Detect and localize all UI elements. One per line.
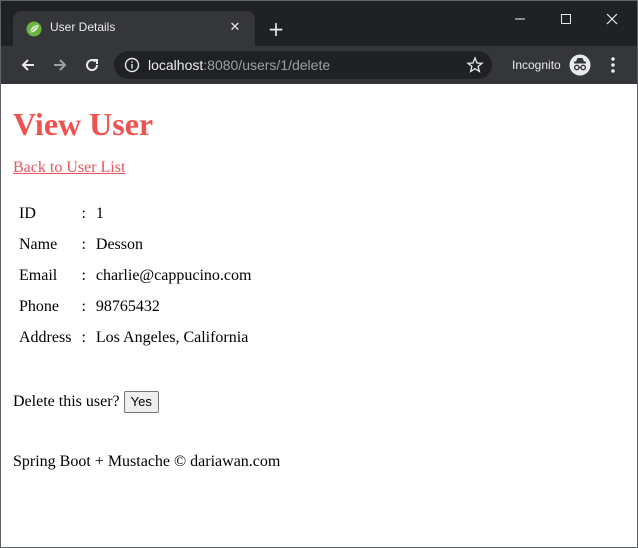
incognito-icon[interactable] (569, 54, 591, 76)
table-row: Name : Desson (15, 230, 255, 259)
field-label: Email (19, 266, 58, 284)
minimize-icon[interactable] (498, 5, 542, 33)
field-separator: : (81, 204, 86, 222)
browser-toolbar: localhost:8080/users/1/delete Incognito (1, 46, 637, 84)
delete-prompt: Delete this user? (13, 392, 120, 410)
yes-button[interactable]: Yes (123, 390, 159, 413)
table-row: Address : Los Angeles, California (15, 323, 255, 352)
url-host: localhost (148, 57, 204, 73)
browser-window: User Details ✕ + localhost:8080/users/1/… (0, 0, 638, 548)
table-row: Phone : 98765432 (15, 292, 255, 321)
back-to-user-list-link[interactable]: Back to User List (13, 159, 125, 177)
spring-leaf-icon (26, 21, 42, 37)
field-value: Desson (95, 235, 143, 253)
table-row: ID : 1 (15, 199, 255, 228)
tab-title: User Details (50, 20, 116, 34)
field-separator: : (81, 328, 86, 346)
url-text[interactable]: localhost:8080/users/1/delete (148, 57, 330, 73)
field-separator: : (81, 297, 86, 315)
close-window-icon[interactable] (590, 5, 634, 33)
info-icon[interactable] (124, 57, 140, 73)
reload-icon[interactable] (80, 53, 104, 77)
field-value: Los Angeles, California (95, 328, 249, 346)
field-label: Address (19, 328, 72, 346)
address-bar[interactable]: localhost:8080/users/1/delete (114, 51, 492, 79)
new-tab-icon[interactable]: + (265, 18, 287, 40)
browser-tab[interactable]: User Details ✕ (13, 11, 255, 46)
delete-form: Delete this user? Yes (13, 390, 625, 413)
user-details-table: ID : 1 Name : Desson Email : charlie@cap… (13, 197, 257, 354)
bookmark-star-icon[interactable] (466, 56, 484, 74)
back-arrow-icon[interactable] (16, 53, 40, 77)
footer-text: Spring Boot + Mustache © dariawan.com (13, 452, 281, 470)
incognito-label: Incognito (512, 58, 561, 72)
field-value: 98765432 (95, 297, 160, 315)
page-title: View User (13, 106, 154, 142)
table-row: Email : charlie@cappucino.com (15, 261, 255, 290)
page-content: View User Back to User List ID : 1 Name … (1, 84, 637, 547)
url-path: :8080/users/1/delete (203, 57, 331, 73)
field-value: charlie@cappucino.com (95, 266, 252, 284)
tab-strip: User Details ✕ + (1, 1, 637, 46)
field-label: Name (19, 235, 58, 253)
field-separator: : (81, 266, 86, 284)
field-label: Phone (19, 297, 59, 315)
field-label: ID (19, 204, 36, 222)
tab-close-icon[interactable]: ✕ (225, 17, 245, 37)
field-value: 1 (95, 204, 104, 222)
maximize-icon[interactable] (544, 5, 588, 33)
forward-arrow-icon[interactable] (48, 53, 72, 77)
field-separator: : (81, 235, 86, 253)
kebab-menu-icon[interactable] (605, 55, 621, 75)
